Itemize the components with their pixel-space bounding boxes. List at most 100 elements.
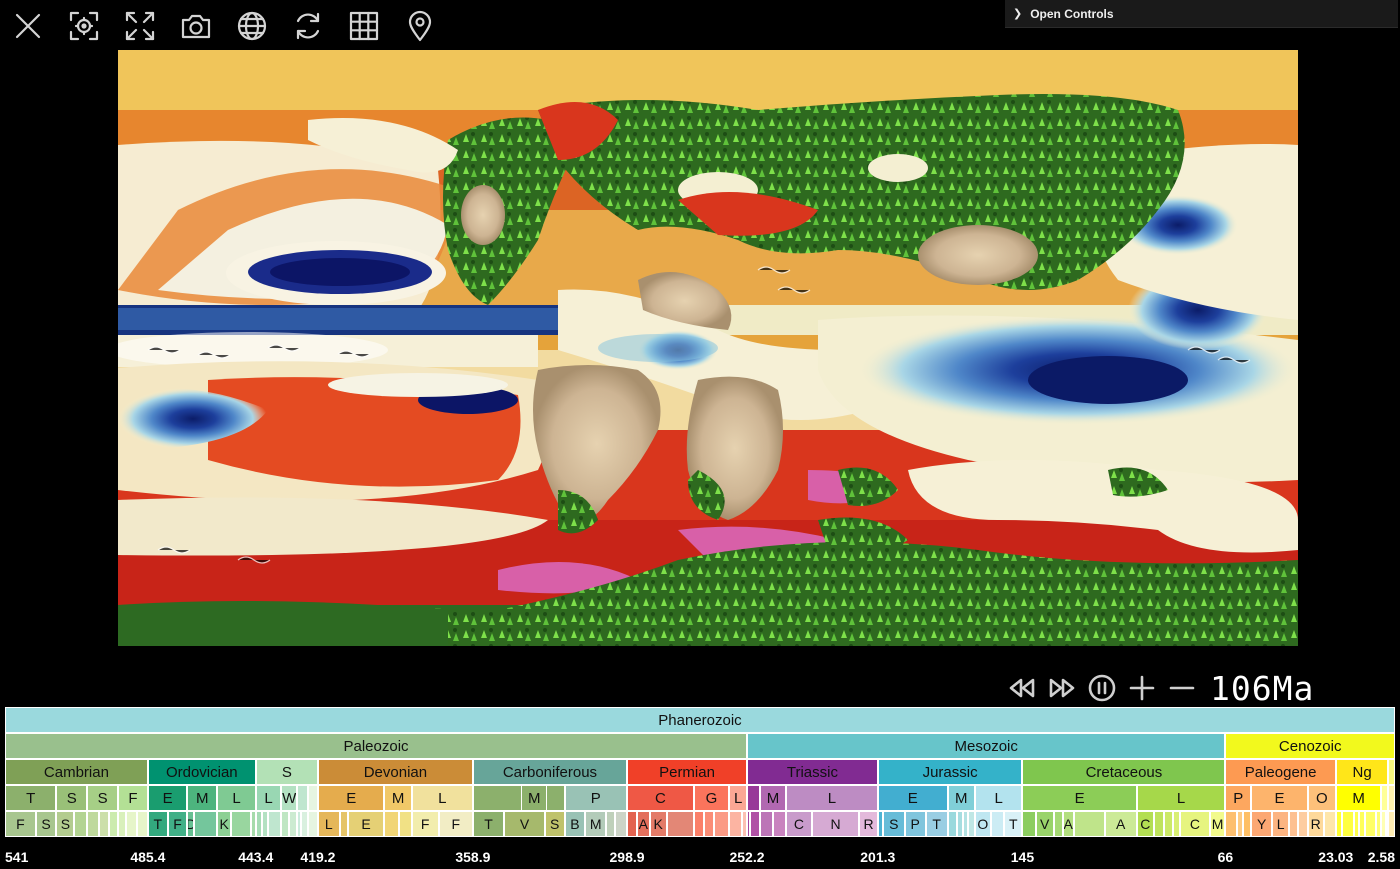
age-cell[interactable]	[288, 811, 297, 837]
epoch-cell[interactable]: T	[5, 785, 57, 811]
epoch-cell[interactable]	[1381, 785, 1389, 811]
age-cell[interactable]	[398, 811, 412, 837]
focus-button[interactable]	[56, 0, 112, 52]
era-cell[interactable]: Mesozoic	[747, 733, 1226, 759]
period-cell[interactable]: Cretaceous	[1022, 759, 1226, 785]
period-cell[interactable]: Ordovician	[147, 759, 256, 785]
epoch-cell[interactable]: L	[217, 785, 256, 811]
age-cell[interactable]: T	[147, 811, 168, 837]
age-cell[interactable]	[614, 811, 628, 837]
age-cell[interactable]	[1335, 811, 1343, 837]
location-button[interactable]	[392, 0, 448, 52]
age-cell[interactable]	[1242, 811, 1252, 837]
refresh-button[interactable]	[280, 0, 336, 52]
age-cell[interactable]: T	[472, 811, 505, 837]
age-cell[interactable]: T	[925, 811, 948, 837]
zoom-out-button[interactable]	[1162, 668, 1202, 708]
age-cell[interactable]	[1365, 811, 1377, 837]
epoch-cell[interactable]: M	[384, 785, 412, 811]
age-cell[interactable]: R	[1307, 811, 1324, 837]
age-cell[interactable]: E	[347, 811, 385, 837]
age-cell[interactable]: C	[1180, 811, 1210, 837]
age-cell[interactable]	[1388, 811, 1395, 837]
age-cell[interactable]	[627, 811, 638, 837]
epoch-cell[interactable]: M	[947, 785, 975, 811]
era-cell[interactable]: Paleozoic	[5, 733, 748, 759]
age-cell[interactable]	[713, 811, 730, 837]
age-cell[interactable]	[1164, 811, 1174, 837]
age-cell[interactable]: S	[35, 811, 57, 837]
age-cell[interactable]: K	[217, 811, 232, 837]
epoch-cell[interactable]	[472, 785, 565, 811]
age-cell[interactable]	[87, 811, 99, 837]
zoom-in-button[interactable]	[1122, 668, 1162, 708]
epoch-cell[interactable]: F	[118, 785, 148, 811]
globe-button[interactable]	[224, 0, 280, 52]
period-cell[interactable]: Permian	[627, 759, 748, 785]
age-cell[interactable]	[308, 811, 318, 837]
age-cell[interactable]	[606, 811, 615, 837]
epoch-cell[interactable]: E	[877, 785, 948, 811]
epoch-cell[interactable]: P	[1225, 785, 1252, 811]
epoch-cell[interactable]: S	[87, 785, 119, 811]
age-cell[interactable]	[125, 811, 138, 837]
age-cell[interactable]	[1289, 811, 1298, 837]
rewind-button[interactable]	[1002, 668, 1042, 708]
age-cell[interactable]: V	[504, 811, 545, 837]
screenshot-button[interactable]	[168, 0, 224, 52]
age-cell[interactable]: N	[811, 811, 860, 837]
epoch-cell[interactable]: M	[759, 785, 787, 811]
period-cell[interactable]: Cambrian	[5, 759, 148, 785]
pause-button[interactable]	[1082, 668, 1122, 708]
open-controls-toggle[interactable]: ❯ Open Controls	[1005, 0, 1398, 28]
age-cell[interactable]	[98, 811, 110, 837]
period-cell[interactable]: Paleogene	[1225, 759, 1336, 785]
epoch-cell[interactable]: E	[317, 785, 385, 811]
age-cell[interactable]: M	[1209, 811, 1226, 837]
epoch-cell[interactable]	[296, 785, 309, 811]
age-cell[interactable]	[1342, 811, 1354, 837]
age-cell[interactable]	[118, 811, 126, 837]
epoch-cell[interactable]: E	[1251, 785, 1308, 811]
epoch-cell[interactable]: L	[974, 785, 1023, 811]
period-cell[interactable]: Carboniferous	[472, 759, 628, 785]
age-cell[interactable]: F	[411, 811, 439, 837]
age-cell[interactable]	[1053, 811, 1063, 837]
period-cell[interactable]	[1388, 759, 1395, 785]
eon-cell[interactable]: Phanerozoic	[5, 707, 1395, 733]
epoch-cell[interactable]: M	[521, 785, 548, 811]
age-cell[interactable]	[1297, 811, 1308, 837]
age-cell[interactable]: L	[317, 811, 340, 837]
period-cell[interactable]: Devonian	[317, 759, 473, 785]
age-cell[interactable]	[1153, 811, 1165, 837]
age-cell[interactable]: A	[1104, 811, 1137, 837]
epoch-cell[interactable]: C	[627, 785, 694, 811]
age-cell[interactable]	[704, 811, 714, 837]
age-cell[interactable]: F	[438, 811, 473, 837]
grid-button[interactable]	[336, 0, 392, 52]
age-cell[interactable]	[74, 811, 88, 837]
age-cell[interactable]: S	[544, 811, 565, 837]
epoch-cell[interactable]: E	[1022, 785, 1137, 811]
paleoclimate-map[interactable]	[118, 50, 1298, 646]
age-cell[interactable]	[749, 811, 760, 837]
epoch-cell[interactable]: W	[281, 785, 297, 811]
age-cell[interactable]: C	[786, 811, 812, 837]
age-cell[interactable]	[968, 811, 975, 837]
period-cell[interactable]: S	[255, 759, 318, 785]
age-cell[interactable]	[1022, 811, 1036, 837]
age-cell[interactable]	[268, 811, 282, 837]
age-cell[interactable]: B	[564, 811, 586, 837]
epoch-cell[interactable]: P	[564, 785, 628, 811]
epoch-cell[interactable]: E	[147, 785, 188, 811]
epoch-cell[interactable]	[308, 785, 318, 811]
age-cell[interactable]	[693, 811, 705, 837]
epoch-cell[interactable]: L	[729, 785, 747, 811]
era-cell[interactable]: Cenozoic	[1225, 733, 1395, 759]
age-cell[interactable]: R	[859, 811, 878, 837]
age-cell[interactable]	[1225, 811, 1237, 837]
age-cell[interactable]	[109, 811, 119, 837]
epoch-cell[interactable]: L	[411, 785, 473, 811]
age-cell[interactable]	[281, 811, 289, 837]
age-cell[interactable]	[194, 811, 218, 837]
